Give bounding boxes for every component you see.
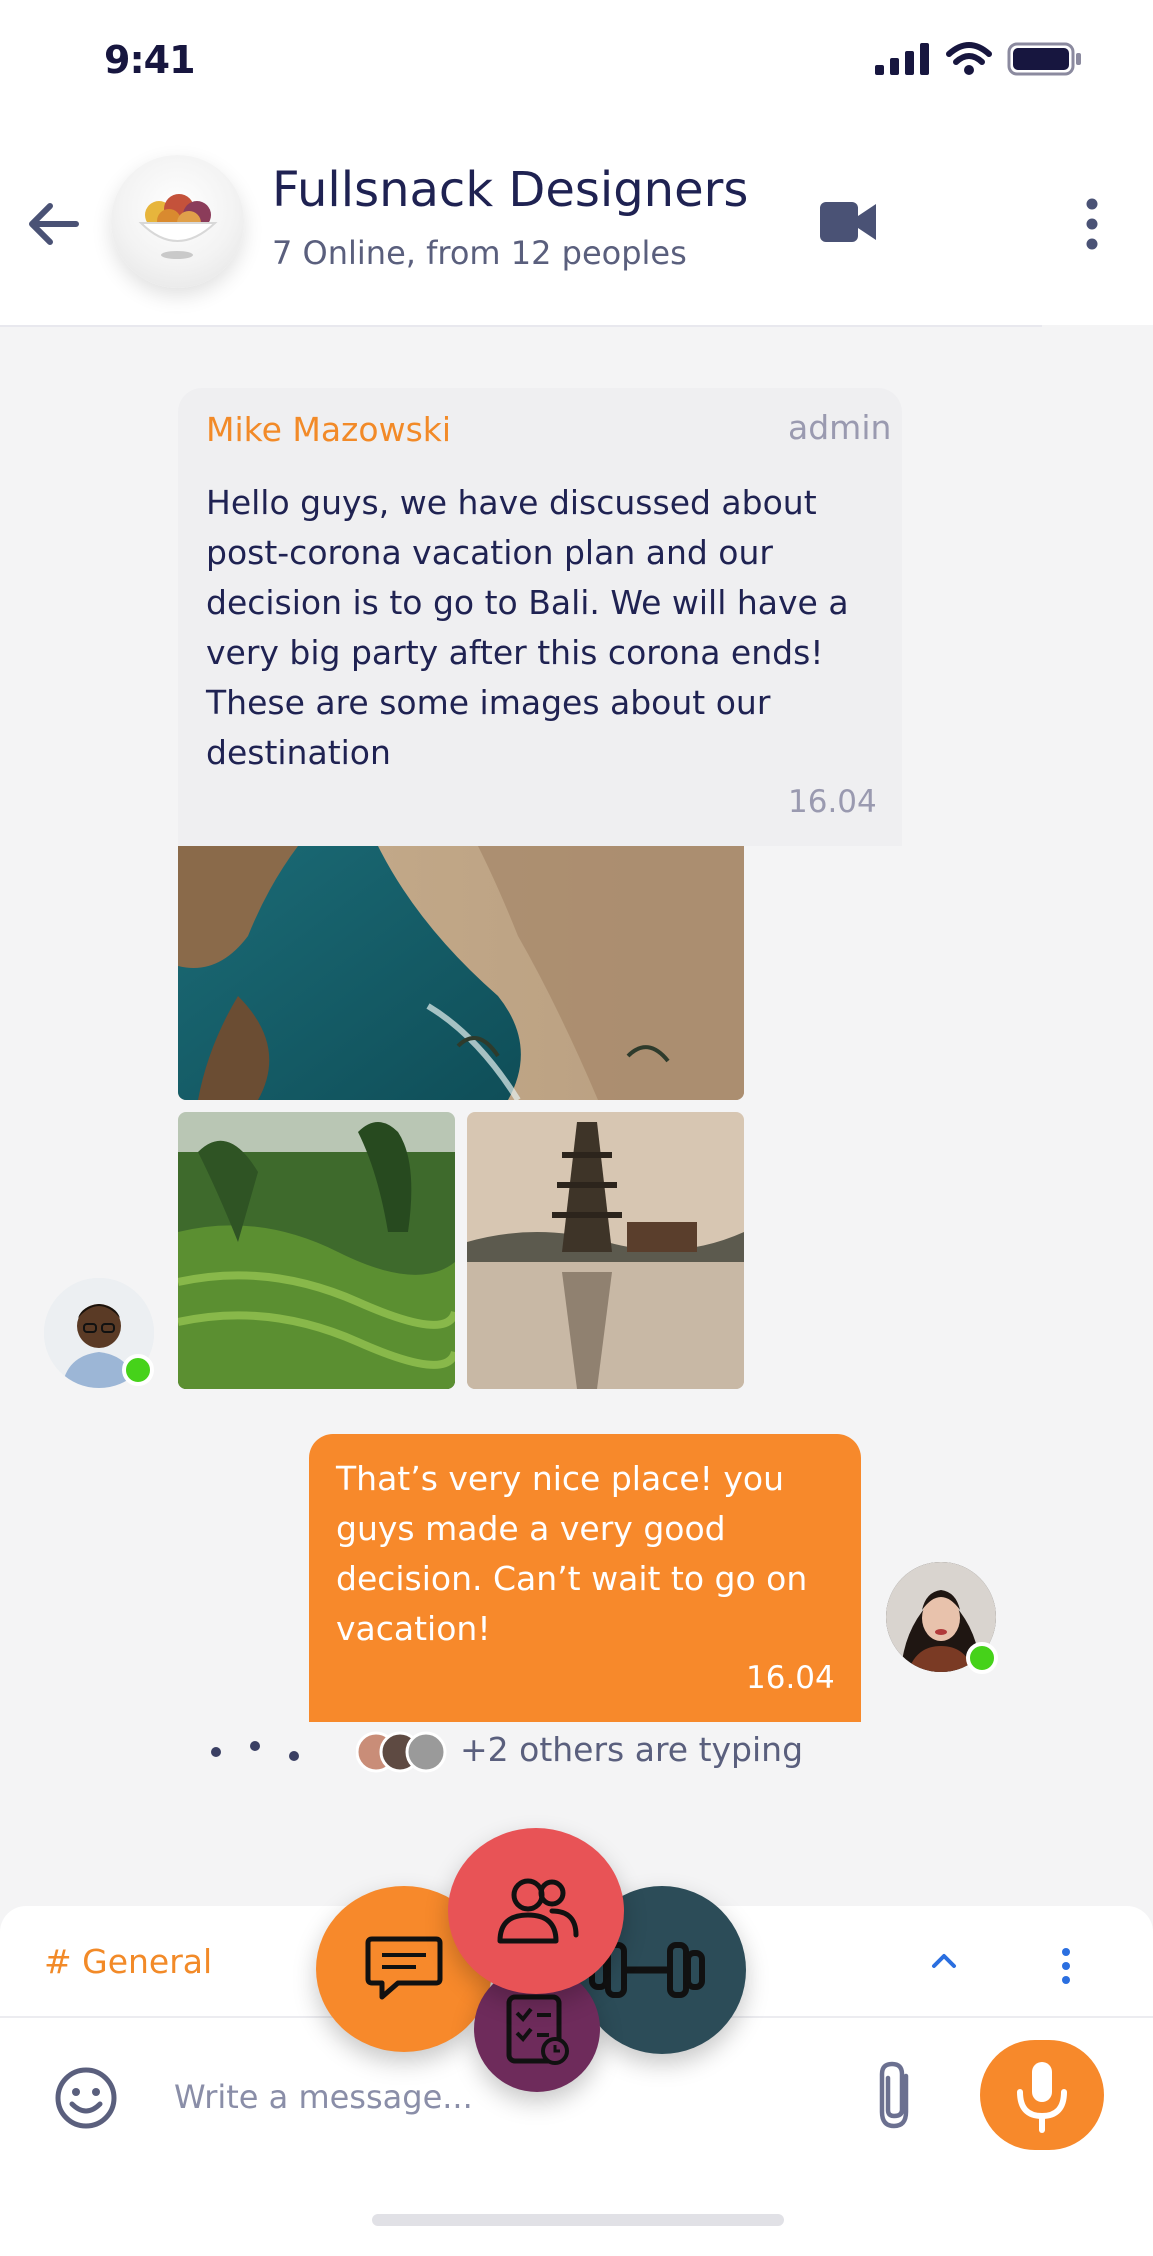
people-icon — [497, 1878, 579, 1944]
chevron-up-icon[interactable] — [928, 1944, 960, 1976]
home-indicator — [372, 2214, 784, 2226]
image-rice-terraces[interactable] — [178, 1112, 455, 1389]
image-bali-coast[interactable] — [178, 846, 744, 1100]
status-bar: 9:41 — [0, 0, 1153, 120]
fab-people-button[interactable] — [448, 1828, 624, 1994]
bali-coast-photo — [178, 846, 744, 1100]
typing-status-text: +2 others are typing — [460, 1730, 804, 1769]
signal-icon — [875, 43, 929, 75]
more-vertical-icon[interactable] — [1072, 196, 1112, 252]
microphone-button[interactable] — [980, 2040, 1104, 2150]
channel-more-icon[interactable] — [1058, 1946, 1074, 1986]
status-icons — [875, 42, 1083, 76]
online-status-dot-me — [966, 1642, 998, 1674]
video-camera-icon[interactable] — [818, 198, 878, 246]
message-text: Hello guys, we have discussed about post… — [206, 483, 849, 772]
fruit-bowl-image — [138, 194, 218, 259]
message-sender-role: admin — [788, 408, 892, 447]
online-status-dot — [122, 1354, 154, 1386]
battery-icon — [1007, 42, 1081, 76]
microphone-icon — [1017, 2062, 1067, 2133]
water-temple-photo — [467, 1112, 744, 1389]
wifi-icon — [946, 42, 992, 75]
message-sender-name[interactable]: Mike Mazowski — [206, 410, 451, 449]
channel-label[interactable]: # General — [44, 1942, 212, 1981]
image-water-temple[interactable] — [467, 1112, 744, 1389]
group-subtitle: 7 Online, from 12 peoples — [272, 234, 687, 272]
task-list-icon — [506, 1994, 569, 2065]
message-time: 16.04 — [788, 784, 877, 820]
typing-avatars — [356, 1731, 447, 1773]
emoji-icon[interactable] — [54, 2066, 118, 2130]
paperclip-icon[interactable] — [872, 2058, 922, 2132]
chat-icon — [365, 1936, 443, 2000]
reply-time: 16.04 — [746, 1660, 835, 1696]
status-time: 9:41 — [104, 38, 196, 82]
group-title: Fullsnack Designers — [272, 162, 749, 218]
group-avatar[interactable] — [111, 155, 244, 288]
typing-dots-icon — [211, 1741, 299, 1761]
back-arrow-icon[interactable] — [24, 194, 84, 254]
reply-text: That’s very nice place! you guys made a … — [336, 1459, 808, 1648]
rice-terraces-photo — [178, 1112, 455, 1389]
